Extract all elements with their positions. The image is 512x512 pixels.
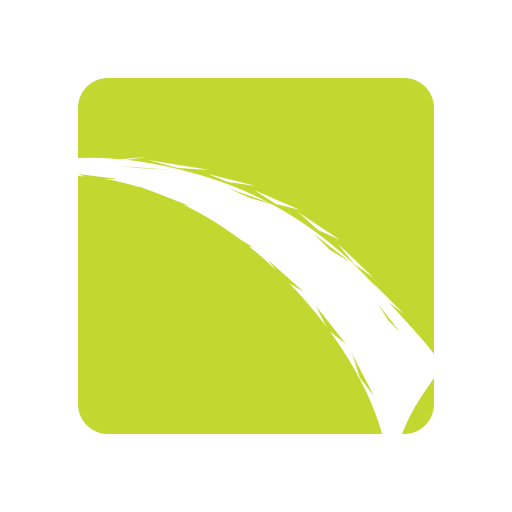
app-icon (78, 78, 434, 434)
lime-square-swoosh-icon (78, 78, 434, 434)
icon-canvas (0, 0, 512, 512)
